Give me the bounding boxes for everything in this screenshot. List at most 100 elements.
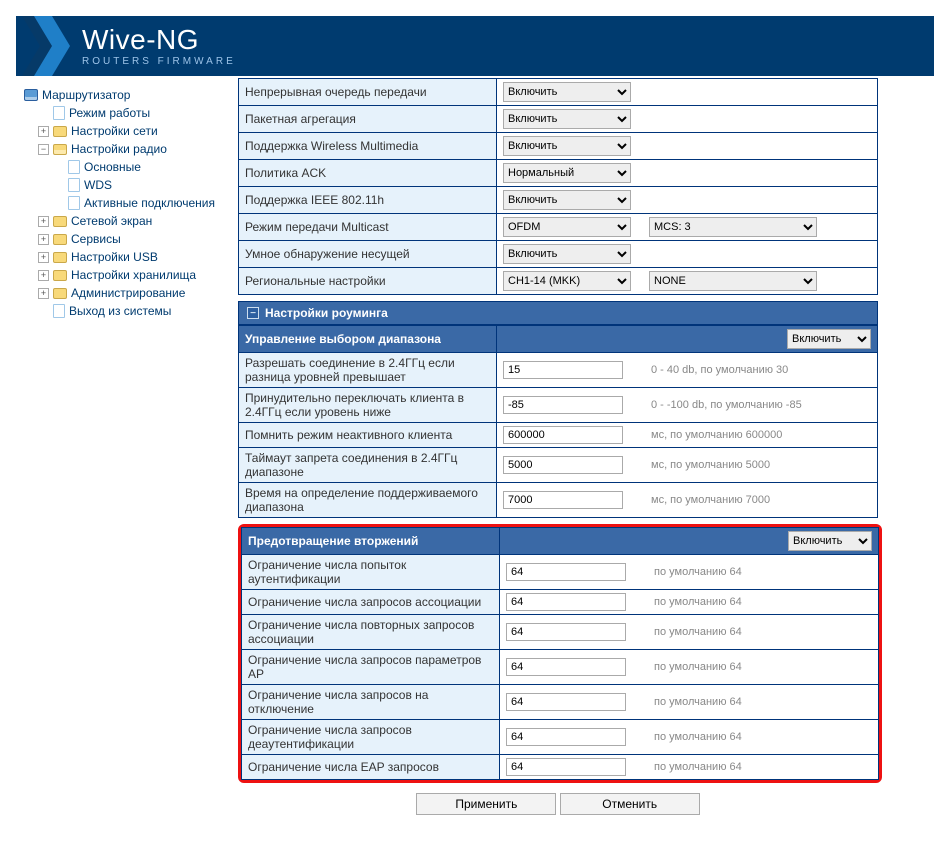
setting-input[interactable] xyxy=(506,758,626,776)
setting-select[interactable]: Включить xyxy=(503,82,631,102)
setting-value: по умолчанию 64 xyxy=(500,755,879,780)
table-row: Региональные настройкиCH1-14 (MKK)NONE xyxy=(239,268,878,295)
folder-icon xyxy=(53,234,67,245)
folder-open-icon xyxy=(53,144,67,155)
setting-input[interactable] xyxy=(506,693,626,711)
setting-select[interactable]: Включить xyxy=(503,136,631,156)
folder-icon xyxy=(53,126,67,137)
setting-input[interactable] xyxy=(503,426,623,444)
setting-input[interactable] xyxy=(503,396,623,414)
subheader-title: Управление выбором диапазона xyxy=(239,326,497,353)
setting-value: Нормальный xyxy=(497,160,878,187)
setting-select[interactable]: OFDM xyxy=(503,217,631,237)
setting-value: по умолчанию 64 xyxy=(500,720,879,755)
sidebar-label: Настройки USB xyxy=(71,250,158,264)
expand-icon[interactable]: + xyxy=(38,126,49,137)
sidebar-item-radio-basic[interactable]: Основные xyxy=(68,160,228,174)
cancel-button[interactable]: Отменить xyxy=(560,793,700,815)
band-toggle[interactable]: Включить xyxy=(787,329,871,349)
setting-hint: 0 - 40 db, по умолчанию 30 xyxy=(651,364,788,376)
setting-value: Включить xyxy=(497,187,878,214)
table-row: Помнить режим неактивного клиентамс, по … xyxy=(239,423,878,448)
expand-icon[interactable]: + xyxy=(38,216,49,227)
setting-label: Поддержка Wireless Multimedia xyxy=(239,133,497,160)
folder-icon xyxy=(53,252,67,263)
table-row: Ограничение числа повторных запросов асс… xyxy=(242,615,879,650)
settings-table-band: Управление выбором диапазона Включить Ра… xyxy=(238,325,878,518)
apply-button[interactable]: Применить xyxy=(416,793,556,815)
sidebar-item-mode[interactable]: Режим работы xyxy=(38,106,228,120)
setting-select[interactable]: Включить xyxy=(503,109,631,129)
setting-label: Принудительно переключать клиента в 2.4Г… xyxy=(239,388,497,423)
sidebar-item-services[interactable]: + Сервисы xyxy=(38,232,228,246)
table-row: Принудительно переключать клиента в 2.4Г… xyxy=(239,388,878,423)
ids-toggle[interactable]: Включить xyxy=(788,531,872,551)
setting-label: Время на определение поддерживаемого диа… xyxy=(239,483,497,518)
setting-input[interactable] xyxy=(506,623,626,641)
setting-select[interactable]: Включить xyxy=(503,190,631,210)
setting-hint: 0 - -100 db, по умолчанию -85 xyxy=(651,399,802,411)
table-row: Поддержка Wireless Multimedia Включить xyxy=(239,133,878,160)
sidebar-label: Активные подключения xyxy=(84,196,215,210)
setting-value: по умолчанию 64 xyxy=(500,650,879,685)
table-row: Ограничение числа запросов деаутентифика… xyxy=(242,720,879,755)
setting-hint: по умолчанию 64 xyxy=(654,596,742,608)
sidebar-item-network[interactable]: + Настройки сети xyxy=(38,124,228,138)
table-row: Разрешать соединение в 2.4ГГц если разни… xyxy=(239,353,878,388)
setting-value: Включить xyxy=(497,133,878,160)
main-panel: Непрерывная очередь передачиВключитьПаке… xyxy=(236,76,934,836)
setting-label: Разрешать соединение в 2.4ГГц если разни… xyxy=(239,353,497,388)
setting-select-secondary[interactable]: NONE xyxy=(649,271,817,291)
setting-input[interactable] xyxy=(503,456,623,474)
table-row: Ограничение числа запросов на отключение… xyxy=(242,685,879,720)
sidebar-item-router[interactable]: Маршрутизатор xyxy=(24,88,228,102)
sidebar-label: Выход из системы xyxy=(69,304,171,318)
brand-subtitle: ROUTERS FIRMWARE xyxy=(82,56,236,67)
setting-hint: мс, по умолчанию 7000 xyxy=(651,494,770,506)
setting-hint: по умолчанию 64 xyxy=(654,626,742,638)
setting-hint: по умолчанию 64 xyxy=(654,761,742,773)
highlight-ids-section: Предотвращение вторжений Включить Ограни… xyxy=(238,524,882,783)
table-row: Пакетная агрегацияВключить xyxy=(239,106,878,133)
collapse-icon[interactable]: − xyxy=(247,307,259,319)
router-icon xyxy=(24,89,38,101)
subheader-ids: Предотвращение вторжений Включить xyxy=(242,528,879,555)
sidebar-item-radio-wds[interactable]: WDS xyxy=(68,178,228,192)
setting-label: Помнить режим неактивного клиента xyxy=(239,423,497,448)
setting-label: Ограничение числа запросов ассоциации xyxy=(242,590,500,615)
collapse-icon[interactable]: − xyxy=(38,144,49,155)
sidebar-item-radio-active[interactable]: Активные подключения xyxy=(68,196,228,210)
setting-select[interactable]: Нормальный xyxy=(503,163,631,183)
setting-input[interactable] xyxy=(506,563,626,581)
setting-input[interactable] xyxy=(503,491,623,509)
setting-hint: по умолчанию 64 xyxy=(654,696,742,708)
setting-label: Ограничение числа запросов параметров AP xyxy=(242,650,500,685)
table-row: Ограничение числа запросов параметров AP… xyxy=(242,650,879,685)
setting-input[interactable] xyxy=(506,593,626,611)
sidebar-item-radio[interactable]: − Настройки радио xyxy=(38,142,228,156)
sidebar-item-logout[interactable]: Выход из системы xyxy=(38,304,228,318)
setting-input[interactable] xyxy=(506,658,626,676)
setting-select[interactable]: Включить xyxy=(503,244,631,264)
sidebar-label: Режим работы xyxy=(69,106,150,120)
setting-select[interactable]: CH1-14 (MKK) xyxy=(503,271,631,291)
setting-label: Ограничение числа повторных запросов асс… xyxy=(242,615,500,650)
section-header-roaming[interactable]: − Настройки роуминга xyxy=(238,301,878,325)
sidebar-label: WDS xyxy=(84,178,112,192)
sidebar-label: Основные xyxy=(84,160,141,174)
sidebar-label: Настройки сети xyxy=(71,124,158,138)
sidebar-item-storage[interactable]: + Настройки хранилища xyxy=(38,268,228,282)
setting-input[interactable] xyxy=(506,728,626,746)
expand-icon[interactable]: + xyxy=(38,270,49,281)
expand-icon[interactable]: + xyxy=(38,288,49,299)
expand-icon[interactable]: + xyxy=(38,252,49,263)
expand-icon[interactable]: + xyxy=(38,234,49,245)
subheader-title: Предотвращение вторжений xyxy=(242,528,500,555)
sidebar-item-usb[interactable]: + Настройки USB xyxy=(38,250,228,264)
setting-value: Включить xyxy=(497,106,878,133)
setting-label: Политика ACK xyxy=(239,160,497,187)
sidebar-item-firewall[interactable]: + Сетевой экран xyxy=(38,214,228,228)
sidebar-item-admin[interactable]: + Администрирование xyxy=(38,286,228,300)
setting-select-secondary[interactable]: MCS: 3 xyxy=(649,217,817,237)
setting-input[interactable] xyxy=(503,361,623,379)
